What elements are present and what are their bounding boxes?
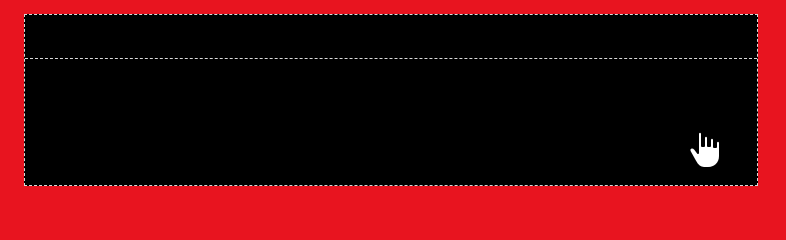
dashed-selection-panel	[24, 14, 758, 186]
screenshot-stage	[0, 0, 786, 200]
panel-header-row	[25, 15, 757, 59]
pointing-hand-cursor-icon	[686, 126, 734, 170]
